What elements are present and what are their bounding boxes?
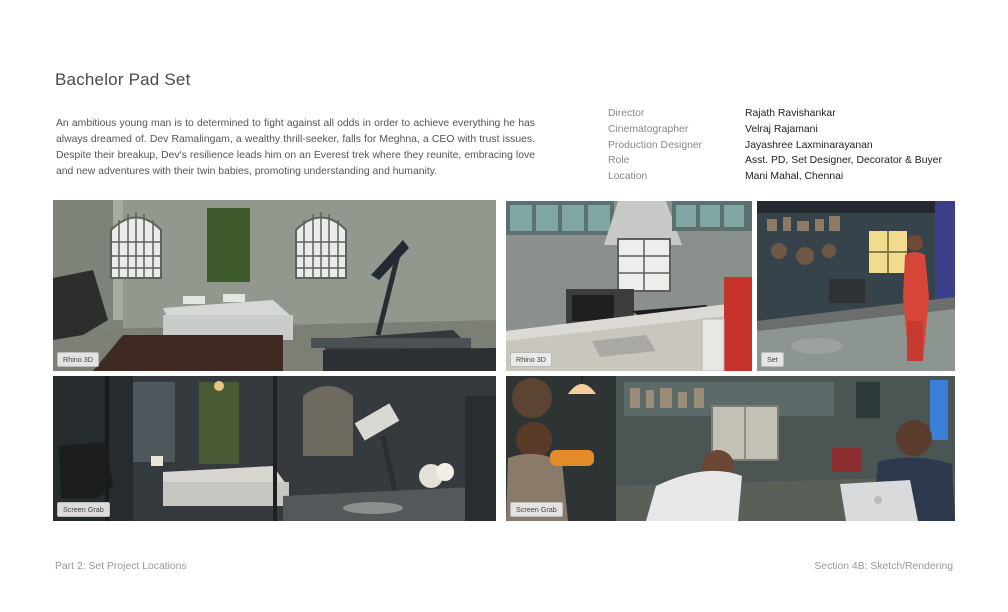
photo-tag: Set bbox=[761, 352, 784, 367]
screen-grab-kitchen-scene: Screen Grab bbox=[506, 376, 955, 521]
footer-part-label: Part 2: Set Project Locations bbox=[55, 561, 187, 572]
credit-row-role: Role Asst. PD, Set Designer, Decorator &… bbox=[608, 153, 942, 169]
credit-row-cinematographer: Cinematographer Velraj Rajamani bbox=[608, 122, 942, 138]
photo-tag: Screen Grab bbox=[510, 502, 563, 517]
set-kitchen-photo: Set bbox=[757, 201, 955, 371]
credit-label: Cinematographer bbox=[608, 123, 689, 135]
screen-grab-kitchen-illustration bbox=[506, 376, 955, 521]
credit-value: Jayashree Laxminarayanan bbox=[745, 139, 873, 151]
screen-grab-bedroom: Screen Grab bbox=[53, 376, 496, 521]
footer-section-label: Section 4B: Sketch/Rendering bbox=[814, 561, 953, 572]
credit-label: Role bbox=[608, 155, 630, 167]
photo-tag: Rhino 3D bbox=[57, 352, 99, 367]
credit-row-production-designer: Production Designer Jayashree Laxminaray… bbox=[608, 138, 942, 154]
credit-row-director: Director Rajath Ravishankar bbox=[608, 106, 942, 122]
screen-grab-bedroom-illustration bbox=[53, 376, 496, 521]
credit-label: Director bbox=[608, 108, 645, 119]
credit-value: Velraj Rajamani bbox=[745, 123, 818, 135]
credit-value: Asst. PD, Set Designer, Decorator & Buye… bbox=[745, 155, 942, 167]
credits-list: Director Rajath Ravishankar Cinematograp… bbox=[608, 106, 942, 185]
credit-value: Mani Mahal, Chennai bbox=[745, 171, 844, 183]
set-kitchen-illustration bbox=[757, 201, 955, 371]
rhino-bedroom-render: Rhino 3D bbox=[53, 200, 496, 371]
credit-row-location: Location Mani Mahal, Chennai bbox=[608, 169, 942, 185]
rhino-kitchen-render: Rhino 3D bbox=[506, 201, 752, 371]
kitchen-render-illustration bbox=[506, 201, 752, 371]
bedroom-render-illustration bbox=[53, 200, 496, 371]
page-title: Bachelor Pad Set bbox=[55, 70, 191, 89]
photo-tag: Screen Grab bbox=[57, 502, 110, 517]
credit-label: Production Designer bbox=[608, 139, 703, 151]
photo-tag: Rhino 3D bbox=[510, 352, 552, 367]
credit-label: Location bbox=[608, 171, 648, 183]
project-description: An ambitious young man is to determined … bbox=[56, 118, 535, 177]
credit-value: Rajath Ravishankar bbox=[745, 108, 836, 119]
